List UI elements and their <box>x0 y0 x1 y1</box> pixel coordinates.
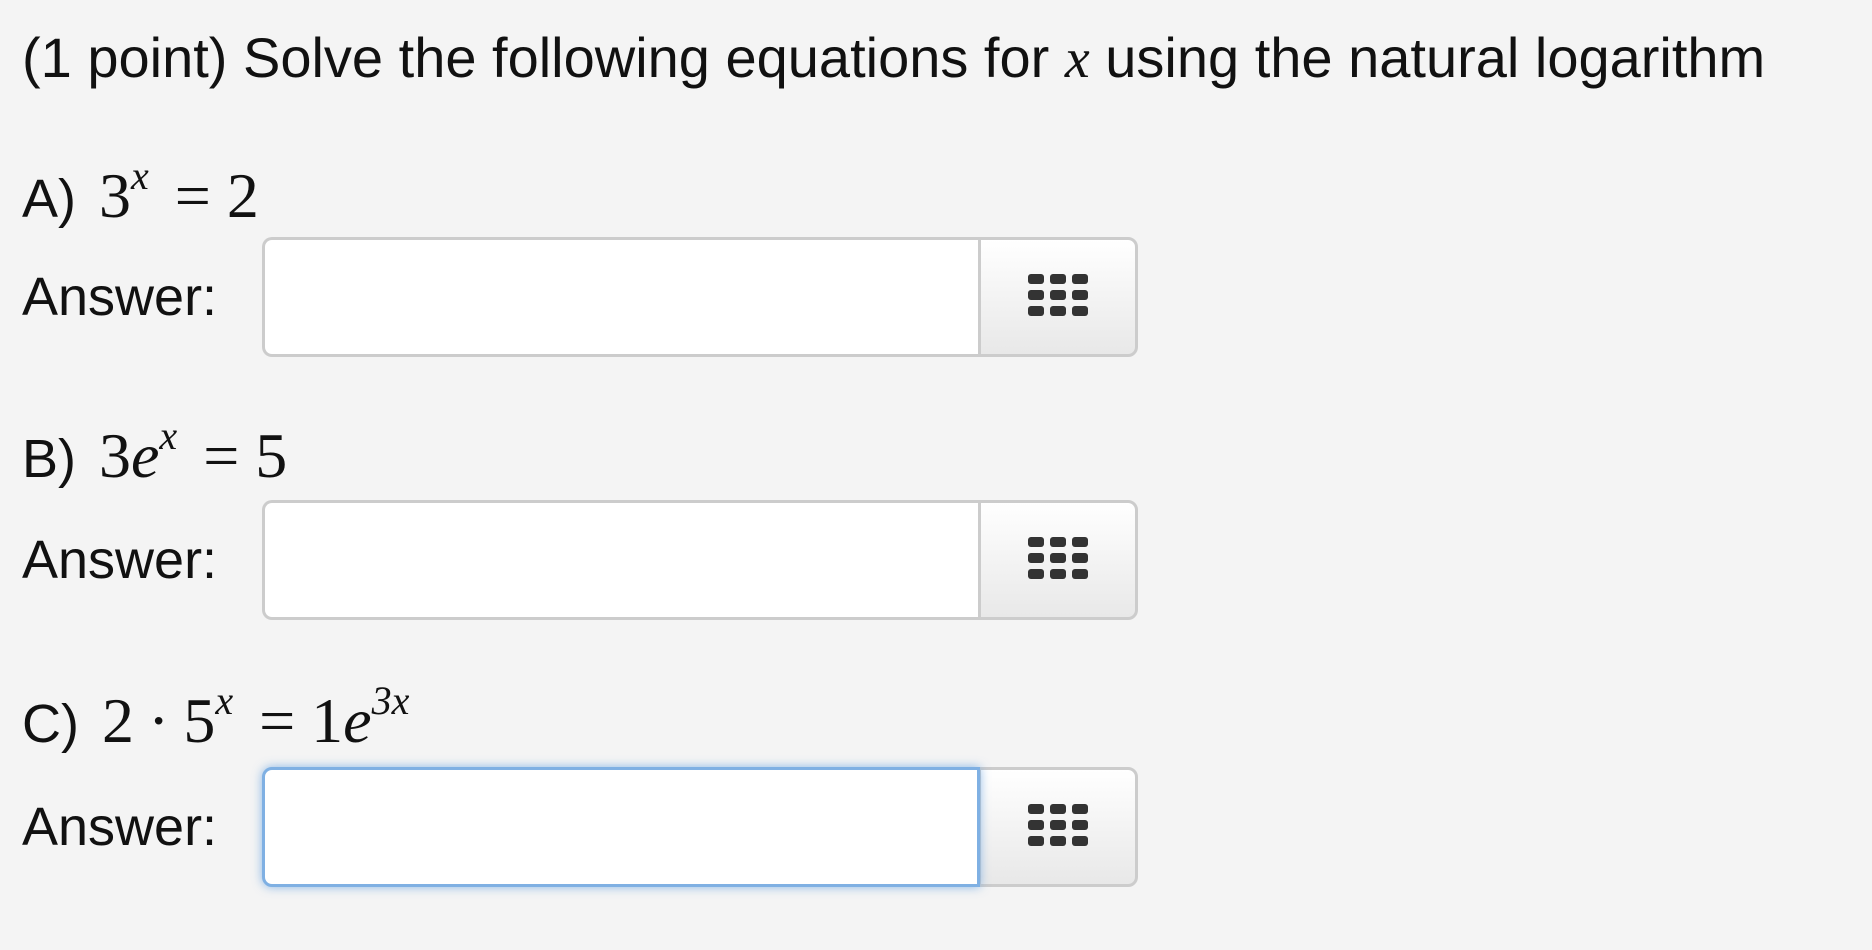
question-b-label: B) <box>22 429 76 489</box>
prompt-tail-text: using the natural logarithm <box>1105 26 1766 89</box>
question-b-equation: 3ex = 5 <box>99 415 288 491</box>
answer-b-group <box>262 500 1138 620</box>
question-a-equation: 3x = 2 <box>99 155 259 231</box>
problem-prompt: (1 point) Solve the following equations … <box>22 24 1765 93</box>
question-a: A) 3x = 2 <box>22 155 259 234</box>
question-c: C) 2 · 5x = 1e3x <box>22 680 409 759</box>
answer-b-label: Answer: <box>22 530 218 590</box>
answer-b-input[interactable] <box>262 500 980 620</box>
question-b: B) 3ex = 5 <box>22 415 288 494</box>
question-a-equals: = <box>174 160 211 231</box>
answer-a-input[interactable] <box>262 237 980 357</box>
answer-c-label: Answer: <box>22 797 218 857</box>
grid-icon <box>1028 804 1088 850</box>
grid-icon <box>1028 537 1088 583</box>
answer-row-b: Answer: <box>22 500 1138 620</box>
question-c-rhs-base: e <box>343 685 372 756</box>
question-b-base: e <box>131 420 160 491</box>
answer-b-palette-button[interactable] <box>978 500 1138 620</box>
question-a-base: 3 <box>99 160 132 231</box>
question-c-dot: · <box>148 685 170 756</box>
question-c-rhs-coefficient: 1 <box>311 685 344 756</box>
question-b-equals: = <box>203 420 240 491</box>
question-c-rhs-exponent: 3x <box>371 677 410 723</box>
question-c-base: 5 <box>183 685 216 756</box>
question-c-equals: = <box>259 685 296 756</box>
question-c-exponent: x <box>215 677 234 723</box>
answer-c-input[interactable] <box>262 767 980 887</box>
prompt-variable: x <box>1064 28 1090 90</box>
answer-a-label: Answer: <box>22 267 218 327</box>
question-a-rhs: 2 <box>226 160 259 231</box>
answer-a-palette-button[interactable] <box>978 237 1138 357</box>
question-b-coefficient: 3 <box>99 420 132 491</box>
question-b-exponent: x <box>159 412 178 458</box>
prompt-lead-text: (1 point) Solve the following equations … <box>22 26 1050 89</box>
question-c-label: C) <box>22 694 79 754</box>
answer-row-a: Answer: <box>22 237 1138 357</box>
grid-icon <box>1028 274 1088 320</box>
question-b-rhs: 5 <box>255 420 288 491</box>
question-a-label: A) <box>22 169 76 229</box>
question-c-equation: 2 · 5x = 1e3x <box>102 680 409 756</box>
answer-c-palette-button[interactable] <box>978 767 1138 887</box>
question-c-coefficient: 2 <box>102 685 134 756</box>
answer-row-c: Answer: <box>22 767 1138 887</box>
question-a-exponent: x <box>131 152 149 198</box>
answer-c-group <box>262 767 1138 887</box>
answer-a-group <box>262 237 1138 357</box>
